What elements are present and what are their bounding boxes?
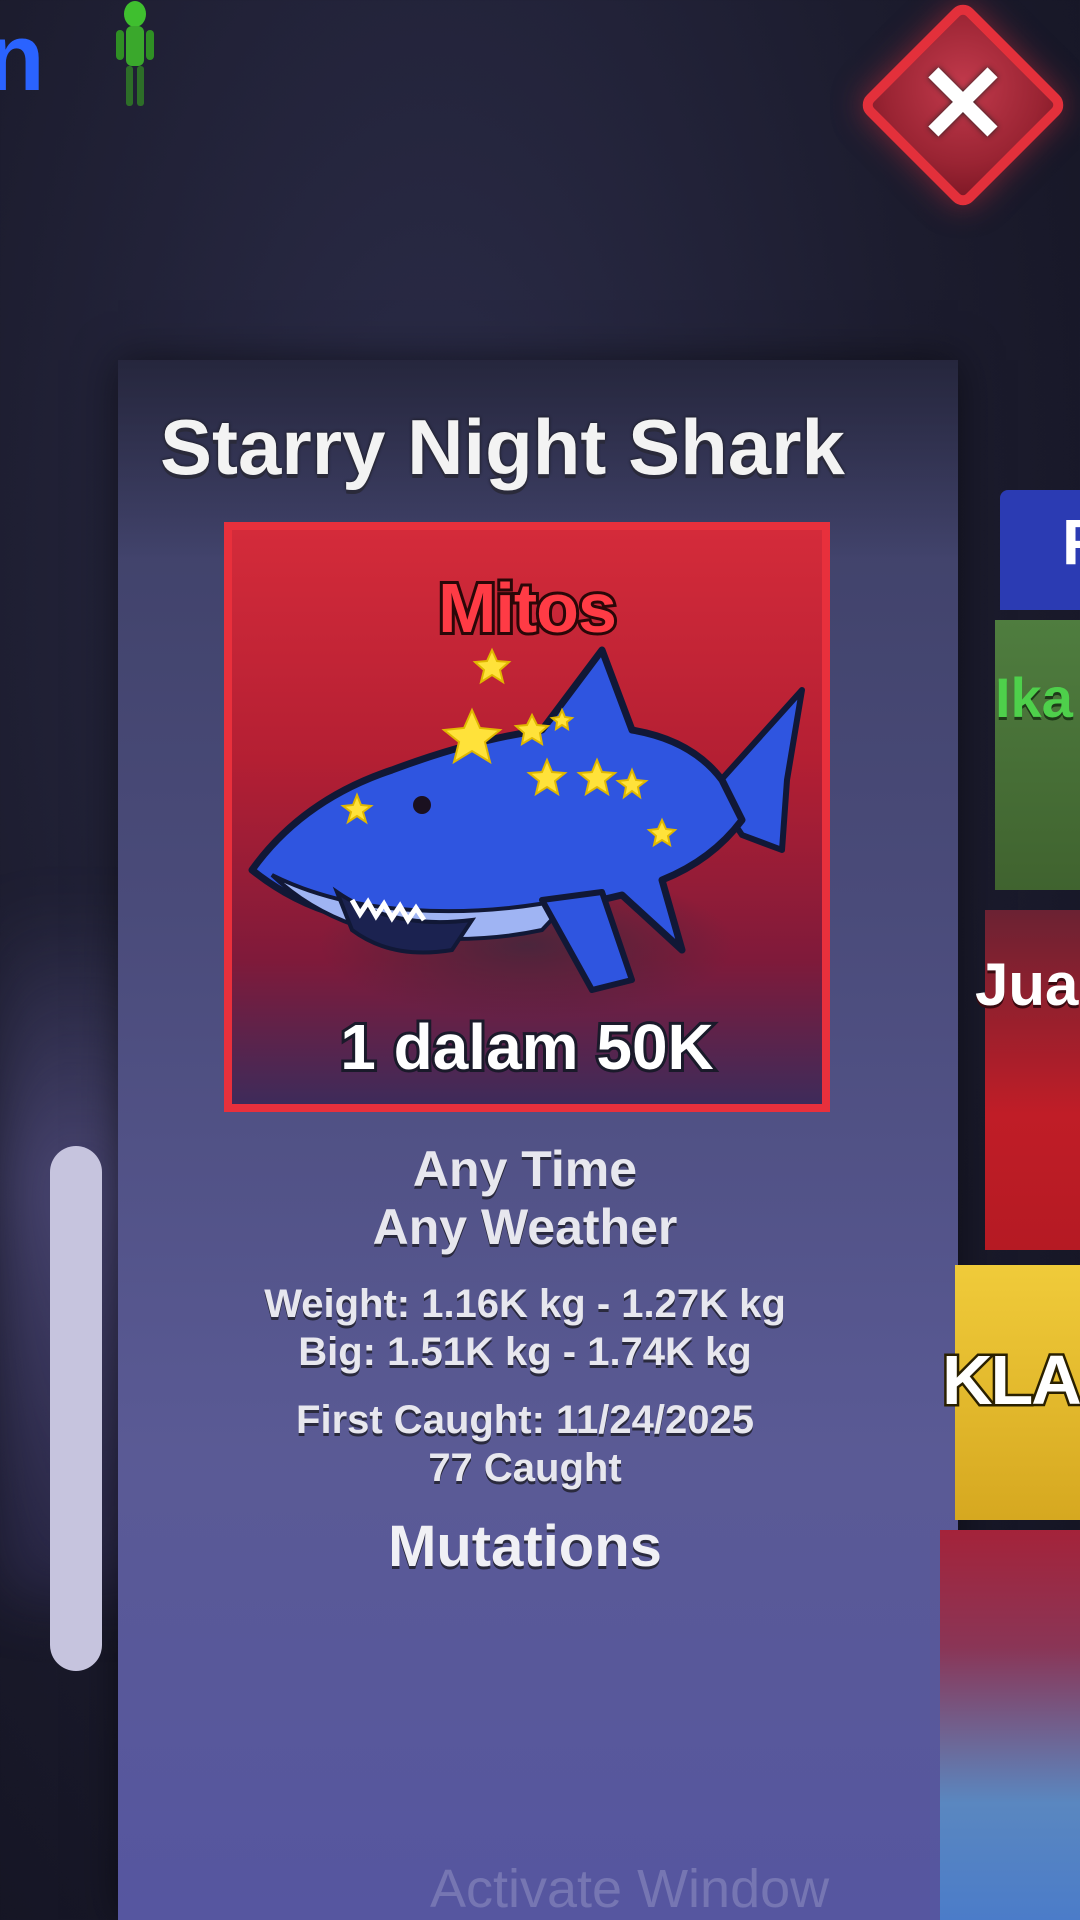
spawn-time: Any Time [412,1141,638,1197]
fish-name-title: Starry Night Shark [160,403,845,491]
side-tab-sell-label: Jua [975,951,1079,1018]
activate-windows-watermark: Activate Window [430,1859,830,1919]
player-figure-icon [116,1,154,106]
rarity-odds: 1 dalam 50K [337,1008,717,1086]
weight-range: Weight: 1.16K kg - 1.27K kg [264,1282,786,1326]
top-left-partial-text: n [0,4,45,111]
close-icon: ✕ [916,43,1010,166]
side-tab-fish[interactable] [995,620,1080,890]
big-weight-range: Big: 1.51K kg - 1.74K kg [298,1330,752,1374]
side-tab-fish-label: Ika [995,666,1073,729]
side-background-area [940,1530,1080,1920]
fish-card: Mitos 1 dalam 50K [224,522,830,1112]
fish-info-block: Any Time Any Weather Weight: 1.16K kg - … [160,1140,890,1580]
spawn-weather: Any Weather [372,1199,678,1255]
side-tab-blue-label: F [1062,505,1080,579]
close-button[interactable]: ✕ [856,0,1070,212]
caught-count: 77 Caught [428,1446,622,1490]
rarity-label: Mitos [435,566,620,650]
scrollbar-thumb[interactable] [50,1146,102,1671]
starry-night-shark-image [248,646,805,993]
mutations-heading: Mutations [388,1514,662,1579]
side-tab-claim-label: KLA [940,1339,1080,1422]
first-caught-date: First Caught: 11/24/2025 [296,1398,754,1442]
